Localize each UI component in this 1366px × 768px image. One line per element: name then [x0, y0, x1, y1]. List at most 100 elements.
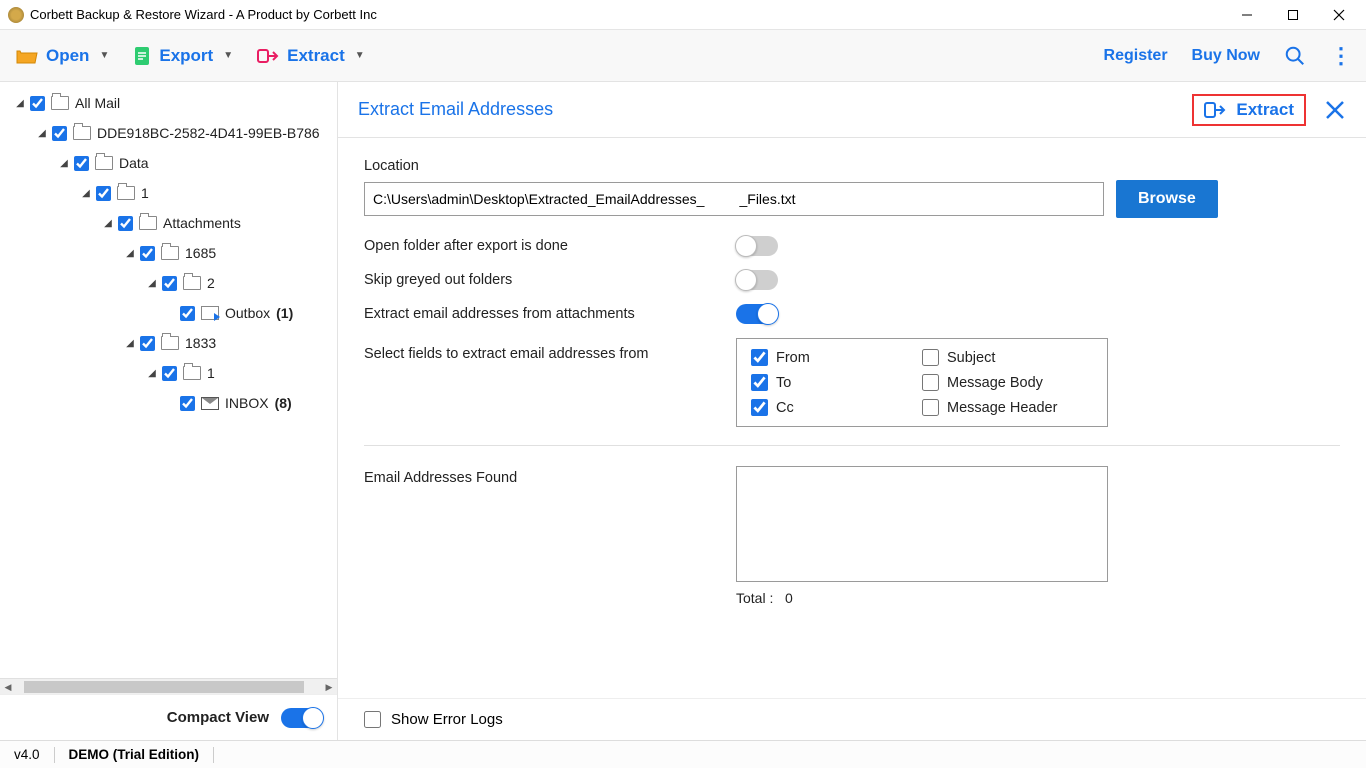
caret-down-icon: ▼ — [223, 50, 233, 61]
folder-icon — [51, 96, 69, 110]
found-label: Email Addresses Found — [364, 466, 736, 486]
tree-checkbox[interactable] — [30, 96, 45, 111]
tree-count: (8) — [275, 395, 292, 411]
extract-attach-toggle[interactable] — [736, 304, 778, 324]
open-folder-label: Open folder after export is done — [364, 238, 736, 254]
outbox-icon — [201, 306, 219, 320]
tree-node-data[interactable]: ◢Data — [0, 148, 337, 178]
tree-checkbox[interactable] — [180, 396, 195, 411]
show-error-logs-checkbox[interactable] — [364, 711, 381, 728]
app-icon — [8, 7, 24, 23]
tree-node-1833[interactable]: ◢1833 — [0, 328, 337, 358]
folder-icon — [139, 216, 157, 230]
panel-title: Extract Email Addresses — [358, 99, 553, 120]
location-label: Location — [364, 158, 1340, 174]
compact-view-toggle[interactable] — [281, 708, 323, 728]
tree-label: 1 — [207, 365, 215, 381]
skip-greyed-label: Skip greyed out folders — [364, 272, 736, 288]
tree-checkbox[interactable] — [162, 276, 177, 291]
tree-node-attachments[interactable]: ◢Attachments — [0, 208, 337, 238]
app-edition: DEMO (Trial Edition) — [69, 747, 200, 762]
export-menu[interactable]: Export ▼ — [133, 46, 233, 66]
show-error-logs[interactable]: Show Error Logs — [364, 711, 1340, 728]
folder-tree-sidebar: ◢All Mail ◢DDE918BC-2582-4D41-99EB-B786 … — [0, 82, 338, 740]
fields-box: From Subject To Message Body Cc Message … — [736, 338, 1108, 427]
tree-label: Outbox — [225, 305, 270, 321]
more-menu-icon[interactable]: ⋮ — [1330, 43, 1350, 69]
field-subject[interactable]: Subject — [922, 349, 1093, 366]
tree-checkbox[interactable] — [74, 156, 89, 171]
scrollbar-thumb[interactable] — [24, 681, 304, 693]
search-icon[interactable] — [1284, 45, 1306, 67]
mail-icon — [201, 397, 219, 410]
sidebar-footer: Compact View — [0, 694, 337, 740]
tree-node-inbox[interactable]: INBOX (8) — [0, 388, 337, 418]
tree-checkbox[interactable] — [140, 336, 155, 351]
skip-greyed-toggle[interactable] — [736, 270, 778, 290]
location-input[interactable] — [364, 182, 1104, 216]
tree-checkbox[interactable] — [52, 126, 67, 141]
panel-header: Extract Email Addresses Extract — [338, 82, 1366, 138]
tree-node-outbox[interactable]: Outbox (1) — [0, 298, 337, 328]
window-title: Corbett Backup & Restore Wizard - A Prod… — [30, 7, 377, 22]
tree-node-1[interactable]: ◢1 — [0, 178, 337, 208]
folder-icon — [161, 336, 179, 350]
scroll-left-icon[interactable]: ◀ — [0, 679, 16, 695]
scroll-right-icon[interactable]: ▶ — [321, 679, 337, 695]
divider — [364, 445, 1340, 446]
tree-checkbox[interactable] — [96, 186, 111, 201]
export-file-icon — [133, 46, 151, 66]
extract-label: Extract — [287, 46, 345, 66]
folder-icon — [183, 366, 201, 380]
tree-node-1b[interactable]: ◢1 — [0, 358, 337, 388]
folder-icon — [73, 126, 91, 140]
show-error-logs-label: Show Error Logs — [391, 711, 503, 728]
window-minimize-button[interactable] — [1224, 0, 1270, 30]
extract-attach-label: Extract email addresses from attachments — [364, 306, 736, 322]
horizontal-scrollbar[interactable]: ◀ ▶ — [0, 678, 337, 694]
tree-node-guid[interactable]: ◢DDE918BC-2582-4D41-99EB-B786 — [0, 118, 337, 148]
open-menu[interactable]: Open ▼ — [16, 46, 109, 66]
tree-node-all-mail[interactable]: ◢All Mail — [0, 88, 337, 118]
select-fields-label: Select fields to extract email addresses… — [364, 338, 736, 362]
folder-icon — [183, 276, 201, 290]
tree-checkbox[interactable] — [162, 366, 177, 381]
found-total: Total : 0 — [736, 590, 1108, 606]
buy-now-link[interactable]: Buy Now — [1192, 47, 1260, 65]
field-body[interactable]: Message Body — [922, 374, 1093, 391]
tree-count: (1) — [276, 305, 293, 321]
extract-menu[interactable]: Extract ▼ — [257, 46, 365, 66]
window-close-button[interactable] — [1316, 0, 1362, 30]
app-version: v4.0 — [14, 747, 40, 762]
tree-label: Attachments — [163, 215, 241, 231]
field-from[interactable]: From — [751, 349, 922, 366]
caret-down-icon: ▼ — [355, 50, 365, 61]
browse-button[interactable]: Browse — [1116, 180, 1218, 218]
window-titlebar: Corbett Backup & Restore Wizard - A Prod… — [0, 0, 1366, 30]
field-to[interactable]: To — [751, 374, 922, 391]
folder-icon — [117, 186, 135, 200]
field-cc[interactable]: Cc — [751, 399, 922, 416]
tree-checkbox[interactable] — [140, 246, 155, 261]
tree-label: INBOX — [225, 395, 269, 411]
tree-label: 1833 — [185, 335, 216, 351]
extract-panel: Extract Email Addresses Extract Location… — [338, 82, 1366, 740]
tree-label: Data — [119, 155, 149, 171]
folder-icon — [161, 246, 179, 260]
tree-checkbox[interactable] — [118, 216, 133, 231]
tree-label: 1685 — [185, 245, 216, 261]
field-header[interactable]: Message Header — [922, 399, 1093, 416]
folder-open-icon — [16, 47, 38, 65]
open-folder-toggle[interactable] — [736, 236, 778, 256]
close-panel-button[interactable] — [1324, 99, 1346, 121]
window-maximize-button[interactable] — [1270, 0, 1316, 30]
tree-node-2[interactable]: ◢2 — [0, 268, 337, 298]
extract-arrow-icon — [257, 47, 279, 65]
register-link[interactable]: Register — [1104, 47, 1168, 65]
compact-view-label: Compact View — [167, 709, 269, 726]
extract-button[interactable]: Extract — [1192, 94, 1306, 126]
tree-label: All Mail — [75, 95, 120, 111]
tree-node-1685[interactable]: ◢1685 — [0, 238, 337, 268]
folder-icon — [95, 156, 113, 170]
tree-checkbox[interactable] — [180, 306, 195, 321]
